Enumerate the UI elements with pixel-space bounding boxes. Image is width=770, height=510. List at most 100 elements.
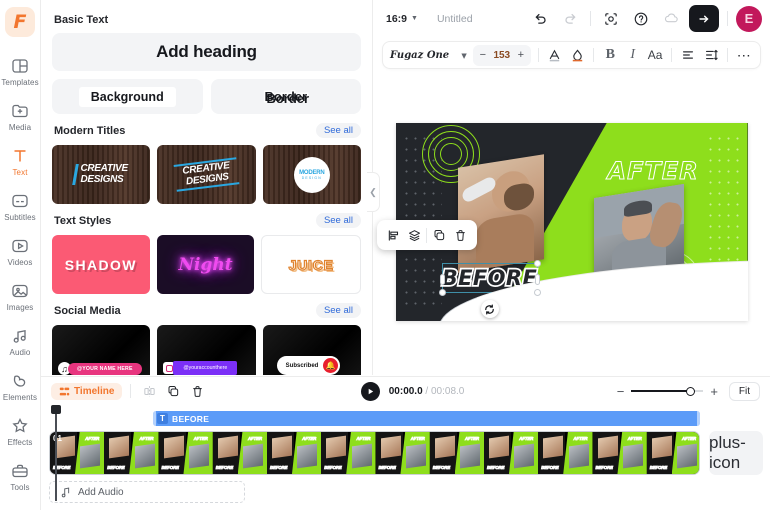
sidebar-item-elements[interactable]: Elements xyxy=(0,364,40,409)
text-color-button[interactable] xyxy=(546,44,564,66)
sidebar-item-subtitles[interactable]: Subtitles xyxy=(0,184,40,229)
border-style-button[interactable]: Border xyxy=(210,79,361,114)
template-card[interactable]: MODERN DESIGN xyxy=(262,145,361,204)
resize-handle-right[interactable] xyxy=(534,274,540,285)
add-audio-button[interactable]: Add Audio xyxy=(49,481,245,503)
undo-button[interactable] xyxy=(528,7,552,31)
template-card[interactable]: CREATIVE DESIGNS xyxy=(52,145,151,204)
help-button[interactable] xyxy=(629,7,653,31)
app-logo[interactable]: F xyxy=(5,7,35,37)
before-photo[interactable] xyxy=(457,154,544,273)
zoom-out-button[interactable]: − xyxy=(617,384,625,399)
divider xyxy=(537,48,539,62)
social-card[interactable]: Subscribed 🔔 xyxy=(262,325,361,375)
frame-after-photo xyxy=(568,443,589,469)
fit-button[interactable]: Fit xyxy=(728,381,761,401)
sidebar-item-media[interactable]: Media xyxy=(0,94,40,139)
align-button[interactable] xyxy=(384,226,403,245)
delete-button[interactable] xyxy=(451,226,470,245)
highlight-color-button[interactable] xyxy=(568,44,586,66)
zoom-in-button[interactable]: + xyxy=(710,384,718,399)
text-style-card[interactable]: Night xyxy=(156,235,255,294)
slider-knob[interactable] xyxy=(686,386,696,396)
after-text[interactable]: AFTER xyxy=(607,157,699,186)
sidebar-item-audio[interactable]: Audio xyxy=(0,319,40,364)
template-preview: MODERN DESIGN xyxy=(293,156,330,193)
redo-button[interactable] xyxy=(558,7,582,31)
background-style-button[interactable]: Background xyxy=(52,79,203,114)
aspect-ratio-selector[interactable]: 16:9 ▼ xyxy=(381,10,423,28)
before-text-selection[interactable]: BEFORE xyxy=(438,260,748,321)
resize-handle-bottom-left[interactable] xyxy=(438,289,446,296)
text-style-card[interactable]: SHADOW xyxy=(52,235,150,294)
clip-trim-right[interactable] xyxy=(697,411,700,426)
bold-button[interactable]: B xyxy=(601,44,619,66)
sidebar-item-effects[interactable]: Effects xyxy=(0,409,40,454)
add-track-button[interactable]: plus-icon xyxy=(709,431,763,475)
avatar[interactable]: E xyxy=(736,5,762,32)
frame-before-photo xyxy=(597,435,618,459)
frame-before-photo xyxy=(543,435,564,459)
text-case-icon: Aa xyxy=(647,48,663,62)
record-button[interactable] xyxy=(599,7,623,31)
project-title[interactable]: Untitled xyxy=(437,13,473,25)
font-size-increase-button[interactable]: + xyxy=(517,49,525,61)
italic-button[interactable]: I xyxy=(624,44,642,66)
social-card[interactable]: @youraccounthere xyxy=(157,325,256,375)
rotate-icon xyxy=(483,303,496,316)
split-button[interactable] xyxy=(139,381,160,402)
frame-after-photo xyxy=(134,443,155,469)
export-button[interactable] xyxy=(689,5,719,32)
resize-handle-top-right[interactable] xyxy=(533,260,541,267)
frame-before-label: BEFORE xyxy=(595,465,613,471)
sidebar-item-templates[interactable]: Templates xyxy=(0,49,40,94)
video-clip[interactable]: BEFORE AFTER 01 BEFORE AFTER BEFORE AFTE… xyxy=(49,431,700,475)
see-all-modern-titles[interactable]: See all xyxy=(315,123,361,138)
font-family-select[interactable]: Fugaz One ▼ xyxy=(390,45,467,65)
templates-icon xyxy=(10,56,30,76)
timeline-mode-chip[interactable]: Timeline xyxy=(51,382,123,400)
text-case-button[interactable]: Aa xyxy=(646,44,664,66)
sidebar-item-videos[interactable]: Videos xyxy=(0,229,40,274)
template-card[interactable]: CREATIVE DESIGNS xyxy=(157,145,256,204)
clip-trim-left[interactable] xyxy=(153,411,156,426)
template-preview: CREATIVE DESIGNS xyxy=(173,157,240,192)
frame-after-photo xyxy=(243,443,263,469)
undo-icon xyxy=(533,11,548,26)
text-style-card[interactable]: JUICE xyxy=(261,235,362,294)
cloud-save-button[interactable] xyxy=(659,7,683,31)
sidebar-item-text[interactable]: Text xyxy=(0,139,40,184)
subscribe-pill: Subscribed 🔔 xyxy=(276,356,341,375)
resize-handle-bottom-right[interactable] xyxy=(533,289,541,296)
text-style-label: JUICE xyxy=(288,256,334,273)
text-clip[interactable]: T BEFORE xyxy=(153,411,700,426)
frame-after-label: AFTER xyxy=(193,436,208,442)
sidebar-item-images[interactable]: Images xyxy=(0,274,40,319)
layers-icon xyxy=(407,228,422,243)
sidebar-item-tools[interactable]: Tools xyxy=(0,454,40,499)
delete-icon xyxy=(190,384,205,399)
font-size-decrease-button[interactable]: − xyxy=(479,49,487,61)
duplicate-button[interactable] xyxy=(430,226,449,245)
more-options-button[interactable]: ⋯ xyxy=(735,44,753,66)
see-all-social-media[interactable]: See all xyxy=(315,303,361,318)
see-all-text-styles[interactable]: See all xyxy=(315,213,361,228)
line-spacing-button[interactable] xyxy=(701,44,719,66)
play-button[interactable] xyxy=(360,381,380,401)
section-header-social-media: Social Media See all xyxy=(52,303,361,318)
duplicate-button[interactable] xyxy=(163,381,184,402)
line-spacing-icon xyxy=(703,47,719,63)
font-size-value[interactable]: 153 xyxy=(492,50,512,61)
panel-collapse-button[interactable]: ❮ xyxy=(367,172,380,212)
align-button[interactable] xyxy=(679,44,697,66)
delete-button[interactable] xyxy=(187,381,208,402)
thumbnail-frame: BEFORE AFTER xyxy=(484,432,539,474)
playhead[interactable] xyxy=(51,405,60,501)
layers-button[interactable] xyxy=(405,226,424,245)
zoom-slider[interactable] xyxy=(631,385,704,397)
social-card[interactable]: ♫ @YOUR NAME HERE xyxy=(52,325,151,375)
resize-handle-left[interactable] xyxy=(439,274,445,285)
frame-before-label: BEFORE xyxy=(107,465,125,471)
rotate-handle[interactable] xyxy=(480,300,499,318)
add-heading-button[interactable]: Add heading xyxy=(52,33,361,71)
